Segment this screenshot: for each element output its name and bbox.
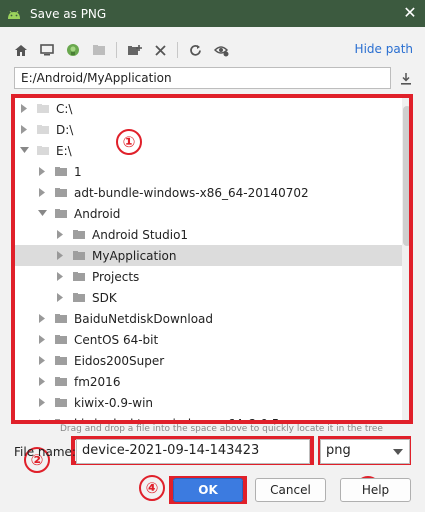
window-title: Save as PNG <box>30 6 107 21</box>
folder-icon <box>54 418 68 422</box>
home-icon[interactable] <box>10 39 32 61</box>
tree-row-label: SDK <box>92 290 117 305</box>
new-folder-icon[interactable] <box>123 39 145 61</box>
toolbar-separator <box>116 42 117 58</box>
scrollbar[interactable] <box>402 96 412 422</box>
tree-row[interactable]: fm2016 <box>14 371 404 392</box>
tree-row-label: E:\ <box>56 143 72 158</box>
tree-row[interactable]: C:\ <box>14 98 404 119</box>
tree-row-label: fm2016 <box>74 374 121 389</box>
chevron-down-icon[interactable] <box>18 145 30 157</box>
annotation-number-1: ① <box>116 129 142 155</box>
tree-row-label: kiwix-0.9-win <box>74 395 154 410</box>
drive-icon <box>36 145 50 156</box>
folder-icon <box>72 229 86 240</box>
tree-row-label: MyApplication <box>92 248 177 263</box>
folder-icon <box>54 313 68 324</box>
chevron-right-icon[interactable] <box>36 397 48 409</box>
annotation-number-4: ④ <box>139 475 165 501</box>
tree-row-label: Android Studio1 <box>92 227 189 242</box>
chevron-right-icon[interactable] <box>18 124 30 136</box>
folder-icon <box>72 250 86 261</box>
project-icon[interactable] <box>62 39 84 61</box>
tree-row[interactable]: Android <box>14 203 404 224</box>
drive-icon <box>36 124 50 135</box>
tree-row-label: CentOS 64-bit <box>74 332 159 347</box>
tree-row-label: Eidos200Super <box>74 353 165 368</box>
tree-row[interactable]: 1 <box>14 161 404 182</box>
folder-icon <box>54 166 68 177</box>
toolbar-separator <box>177 42 178 58</box>
tree-row-label: adt-bundle-windows-x86_64-20140702 <box>74 185 309 200</box>
tree-row[interactable]: Eidos200Super <box>14 350 404 371</box>
ok-button[interactable]: OK <box>173 478 243 502</box>
tree-row-label: 1 <box>74 164 82 179</box>
path-input[interactable]: E:/Android/MyApplication <box>14 67 391 89</box>
chevron-right-icon[interactable] <box>54 292 66 304</box>
chevron-right-icon[interactable] <box>18 103 30 115</box>
chevron-right-icon[interactable] <box>36 418 48 422</box>
hide-path-link[interactable]: Hide path <box>355 42 413 56</box>
folder-icon <box>54 208 68 219</box>
chevron-down-icon[interactable] <box>36 208 48 220</box>
chevron-right-icon[interactable] <box>36 355 48 367</box>
cancel-button[interactable]: Cancel <box>255 478 326 502</box>
folder-icon <box>54 355 68 366</box>
tree-row-label: BaiduNetdiskDownload <box>74 311 214 326</box>
tree-row[interactable]: kiwix-desktop_windows_x64_2.0.5 <box>14 413 404 423</box>
tree-row[interactable]: MyApplication <box>14 245 404 266</box>
close-icon[interactable]: ✕ <box>401 4 419 22</box>
chevron-right-icon[interactable] <box>36 376 48 388</box>
chevron-right-icon[interactable] <box>54 271 66 283</box>
file-name-input[interactable]: device-2021-09-14-143423 <box>76 439 310 464</box>
tree-row-label: Android <box>74 206 121 221</box>
tree-row[interactable]: SDK <box>14 287 404 308</box>
chevron-right-icon[interactable] <box>36 187 48 199</box>
tree-row[interactable]: Projects <box>14 266 404 287</box>
tree-row-label: C:\ <box>56 101 73 116</box>
file-name-label: File name: <box>14 445 76 459</box>
chevron-right-icon[interactable] <box>54 250 66 262</box>
chevron-right-icon[interactable] <box>36 313 48 325</box>
file-tree[interactable]: C:\ D:\ E:\ 1 adt-bundle-windows-x86_64-2014… <box>13 95 413 423</box>
tree-row[interactable]: Android Studio1 <box>14 224 404 245</box>
help-button[interactable]: Help <box>340 478 411 502</box>
folder-icon <box>54 397 68 408</box>
drive-icon <box>36 103 50 114</box>
tree-row[interactable]: kiwix-0.9-win <box>14 392 404 413</box>
tree-row-label: D:\ <box>56 122 74 137</box>
drag-drop-hint: Drag and drop a file into the space abov… <box>60 424 383 434</box>
download-icon[interactable] <box>396 68 416 88</box>
folder-icon <box>54 334 68 345</box>
tree-row[interactable]: CentOS 64-bit <box>14 329 404 350</box>
file-type-select[interactable]: png <box>320 439 410 464</box>
tree-row-label: Projects <box>92 269 140 284</box>
tree-row[interactable]: adt-bundle-windows-x86_64-20140702 <box>14 182 404 203</box>
folder-icon <box>54 187 68 198</box>
file-type-value: png <box>326 443 351 458</box>
tree-row[interactable]: D:\ <box>14 119 404 140</box>
folder-icon <box>54 376 68 387</box>
module-icon[interactable] <box>88 39 110 61</box>
refresh-icon[interactable] <box>184 39 206 61</box>
chevron-right-icon[interactable] <box>36 334 48 346</box>
tree-row[interactable]: BaiduNetdiskDownload <box>14 308 404 329</box>
desktop-icon[interactable] <box>36 39 58 61</box>
android-icon <box>8 10 20 19</box>
show-hidden-icon[interactable] <box>210 39 232 61</box>
scrollbar-thumb[interactable] <box>403 106 411 246</box>
chevron-down-icon <box>393 449 403 455</box>
tree-row[interactable]: E:\ <box>14 140 404 161</box>
toolbar <box>10 38 236 62</box>
delete-icon[interactable] <box>149 39 171 61</box>
tree-row-label: kiwix-desktop_windows_x64_2.0.5 <box>74 417 279 423</box>
chevron-right-icon[interactable] <box>36 166 48 178</box>
title-bar: Save as PNG ✕ <box>0 0 425 27</box>
folder-icon <box>72 271 86 282</box>
folder-icon <box>72 292 86 303</box>
chevron-right-icon[interactable] <box>54 229 66 241</box>
